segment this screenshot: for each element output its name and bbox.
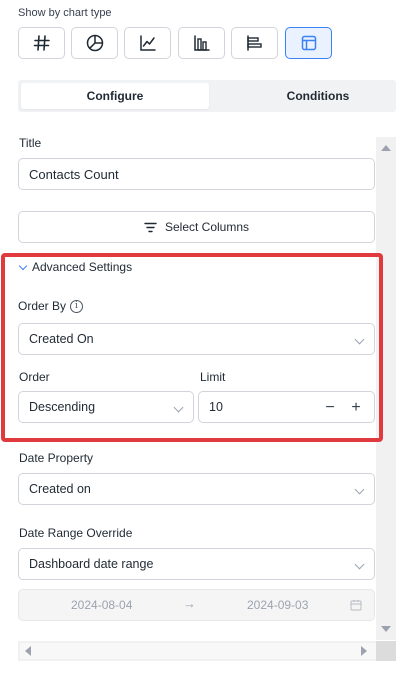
chart-type-number-button[interactable] — [18, 27, 65, 59]
chart-type-bar-button[interactable] — [178, 27, 225, 59]
arrow-right-icon: → — [183, 596, 196, 611]
bar-chart-icon — [193, 35, 210, 51]
limit-increment-button[interactable]: + — [347, 399, 365, 417]
chart-type-horizontal-bar-button[interactable] — [231, 27, 278, 59]
calendar-icon — [350, 600, 362, 611]
order-by-label: Order By — [18, 299, 67, 313]
chart-type-line-button[interactable] — [124, 27, 171, 59]
date-property-value: Created on — [29, 482, 91, 496]
info-icon[interactable]: i — [70, 300, 83, 313]
advanced-settings-toggle[interactable]: Advanced Settings — [18, 260, 132, 274]
advanced-settings-label: Advanced Settings — [32, 260, 133, 274]
tab-configure[interactable]: Configure — [21, 83, 209, 109]
scroll-down-icon[interactable] — [381, 626, 391, 632]
order-by-value: Created On — [29, 332, 94, 346]
date-range-override-select[interactable]: Dashboard date range — [18, 548, 375, 580]
title-input-value: Contacts Count — [29, 166, 119, 182]
order-by-select[interactable]: Created On — [18, 323, 375, 355]
date-property-select[interactable]: Created on — [18, 473, 375, 505]
chevron-down-icon — [18, 261, 28, 270]
select-columns-label: Select Columns — [164, 220, 250, 234]
config-tabs: Configure Conditions — [18, 80, 396, 112]
horizontal-scrollbar[interactable] — [18, 641, 396, 661]
limit-decrement-button[interactable]: − — [321, 399, 339, 417]
chart-type-table-button[interactable] — [285, 27, 332, 59]
date-property-label: Date Property — [19, 451, 94, 465]
chevron-down-icon — [354, 484, 365, 495]
hash-icon — [33, 35, 50, 51]
horizontal-bar-chart-icon — [246, 35, 262, 51]
table-icon — [301, 35, 316, 51]
limit-label: Limit — [200, 370, 226, 384]
chart-type-pie-button[interactable] — [71, 27, 118, 59]
chart-type-heading: Show by chart type — [18, 7, 112, 19]
start-date: 2024-08-04 — [71, 598, 133, 612]
horizontal-scroll-track[interactable] — [20, 643, 376, 659]
end-date: 2024-09-03 — [247, 598, 309, 612]
limit-value: 10 — [209, 400, 223, 414]
chevron-down-icon — [354, 334, 365, 345]
title-input[interactable]: Contacts Count — [18, 158, 375, 190]
chevron-down-icon — [173, 402, 184, 413]
order-value: Descending — [29, 400, 96, 414]
tab-conditions[interactable]: Conditions — [224, 83, 409, 109]
order-select[interactable]: Descending — [18, 391, 194, 423]
date-range-override-value: Dashboard date range — [29, 557, 154, 571]
pie-chart-icon — [86, 34, 103, 52]
date-range-override-label: Date Range Override — [19, 526, 133, 540]
chevron-down-icon — [354, 559, 365, 570]
title-label: Title — [19, 136, 42, 150]
scroll-right-icon[interactable] — [361, 646, 367, 656]
order-label: Order — [19, 370, 50, 384]
select-columns-button[interactable]: Select Columns — [18, 211, 375, 243]
date-range-picker: 2024-08-04 → 2024-09-03 — [18, 589, 375, 621]
scroll-left-icon[interactable] — [25, 646, 31, 656]
filter-lines-icon — [144, 222, 157, 232]
line-chart-icon — [139, 35, 156, 51]
scroll-up-icon[interactable] — [381, 145, 391, 151]
scrollbar-corner — [376, 641, 396, 661]
